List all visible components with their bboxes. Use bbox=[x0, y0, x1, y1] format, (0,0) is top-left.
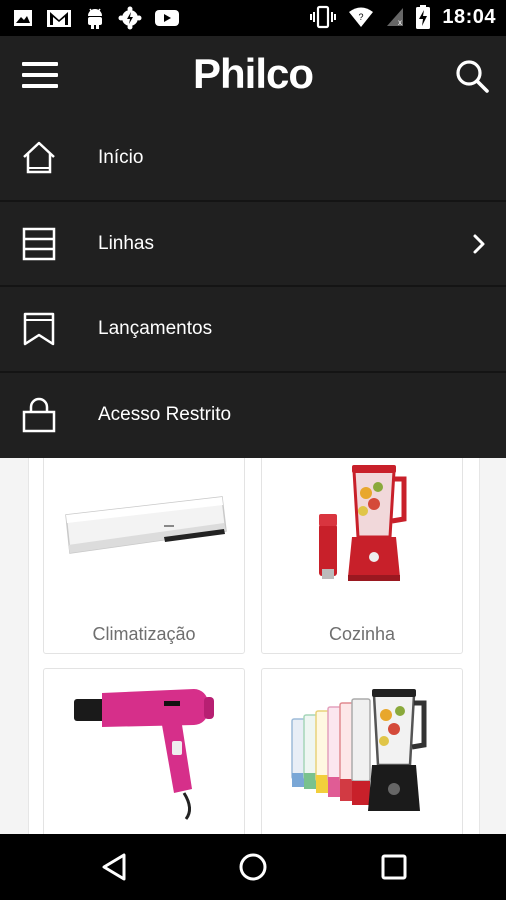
svg-text:x: x bbox=[398, 18, 402, 27]
image-icon bbox=[14, 10, 32, 26]
battery-charging-icon bbox=[416, 5, 431, 29]
gmail-icon bbox=[47, 10, 71, 27]
category-grid: Climatização Cozinha bbox=[0, 458, 506, 834]
air-conditioner-image bbox=[65, 496, 227, 554]
wifi-icon: ? bbox=[349, 7, 374, 27]
content-panel: Climatização Cozinha bbox=[28, 458, 480, 834]
drawer-item-label: Lançamentos bbox=[98, 318, 213, 339]
vibrate-icon bbox=[310, 5, 337, 29]
category-label: Cozinha bbox=[328, 624, 396, 644]
svg-text:?: ? bbox=[359, 12, 364, 22]
back-icon[interactable] bbox=[98, 850, 132, 884]
drawer-item-lancamentos[interactable]: Lançamentos bbox=[0, 287, 506, 373]
category-card-beleza[interactable] bbox=[43, 668, 245, 834]
drawer-item-inicio[interactable]: Início bbox=[0, 116, 506, 202]
navigation-drawer: Início Linhas Lançamentos Acesso Restrit… bbox=[0, 116, 506, 458]
drawer-item-label: Acesso Restrito bbox=[98, 403, 232, 425]
blender-image bbox=[319, 465, 407, 581]
hair-dryer-image bbox=[74, 689, 214, 820]
drawer-item-linhas[interactable]: Linhas bbox=[0, 202, 506, 287]
blender-lineup-image bbox=[291, 689, 427, 811]
app-bar: Philco bbox=[0, 36, 506, 116]
system-icons: ? x 18:04 bbox=[310, 5, 496, 29]
system-navigation-bar bbox=[0, 834, 506, 900]
drawer-item-label: Início bbox=[98, 147, 144, 168]
signal-icon: x bbox=[387, 8, 404, 27]
search-icon[interactable] bbox=[454, 58, 490, 94]
settings-bolt-icon bbox=[118, 6, 142, 30]
category-card-climatizacao[interactable]: Climatização bbox=[43, 458, 245, 654]
list-icon bbox=[22, 227, 56, 260]
youtube-icon bbox=[155, 10, 179, 26]
home-icon bbox=[23, 141, 55, 174]
lock-icon bbox=[22, 397, 56, 432]
status-bar: ? x 18:04 bbox=[0, 0, 506, 36]
category-label: Climatização bbox=[92, 624, 196, 644]
category-card-cozinha[interactable]: Cozinha bbox=[261, 458, 463, 654]
bookmark-icon bbox=[23, 312, 55, 346]
android-icon bbox=[88, 8, 102, 29]
notification-icons bbox=[12, 6, 180, 30]
brand-logo[interactable]: Philco bbox=[0, 50, 506, 98]
drawer-item-acesso-restrito[interactable]: Acesso Restrito bbox=[0, 373, 506, 459]
clock: 18:04 bbox=[442, 5, 496, 28]
recents-icon[interactable] bbox=[377, 850, 411, 884]
drawer-item-label: Linhas bbox=[98, 232, 154, 254]
chevron-right-icon bbox=[473, 234, 485, 253]
home-circle-icon[interactable] bbox=[236, 850, 270, 884]
category-card-cozinha-linha[interactable] bbox=[261, 668, 463, 834]
